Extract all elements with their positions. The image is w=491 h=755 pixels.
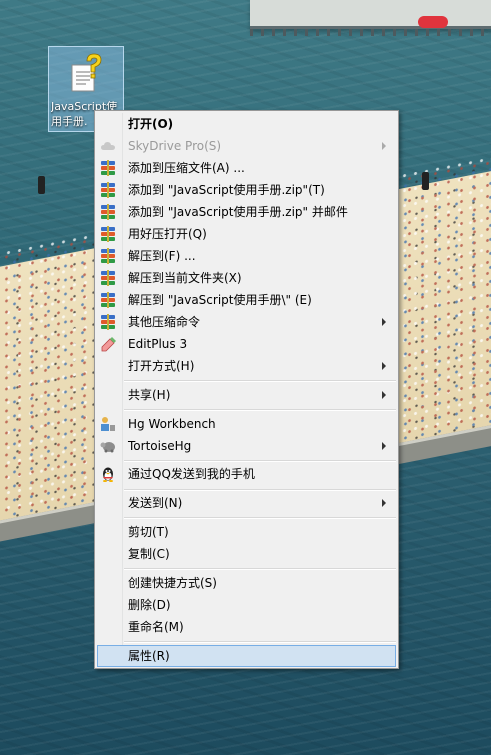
submenu-arrow-icon xyxy=(382,142,386,150)
menu-item-label: 打开(O) xyxy=(128,117,174,131)
menu-item-send-via-qq[interactable]: 通过QQ发送到我的手机 xyxy=(97,463,396,485)
winrar-icon xyxy=(100,248,116,264)
menu-item-create-shortcut[interactable]: 创建快捷方式(S) xyxy=(97,572,396,594)
menu-item-label: 解压到 "JavaScript使用手册\" (E) xyxy=(128,293,312,307)
menu-item-tortoisehg[interactable]: TortoiseHg xyxy=(97,435,396,457)
menu-item-label: EditPlus 3 xyxy=(128,337,188,351)
submenu-arrow-icon xyxy=(382,391,386,399)
menu-item-label: 添加到 "JavaScript使用手册.zip"(T) xyxy=(128,183,325,197)
menu-item-properties[interactable]: 属性(R) xyxy=(97,645,396,667)
context-menu: 打开(O) SkyDrive Pro(S) 添加到压缩文件(A) ... 添加到… xyxy=(94,110,399,669)
water-post xyxy=(422,172,429,190)
winrar-icon xyxy=(100,182,116,198)
menu-item-open[interactable]: 打开(O) xyxy=(97,113,396,135)
winrar-icon xyxy=(100,226,116,242)
winrar-icon xyxy=(100,292,116,308)
menu-item-add-to-zip[interactable]: 添加到 "JavaScript使用手册.zip"(T) xyxy=(97,179,396,201)
cloud-icon xyxy=(101,142,115,150)
winrar-icon xyxy=(100,314,116,330)
menu-item-rename[interactable]: 重命名(M) xyxy=(97,616,396,638)
qq-penguin-icon xyxy=(103,467,113,482)
winrar-icon xyxy=(100,204,116,220)
tortoisehg-icon xyxy=(100,442,115,453)
menu-item-extract-to[interactable]: 解压到(F) ... xyxy=(97,245,396,267)
editplus-icon xyxy=(101,337,116,352)
menu-item-label: 添加到 "JavaScript使用手册.zip" 并邮件 xyxy=(128,205,348,219)
menu-item-cut[interactable]: 剪切(T) xyxy=(97,521,396,543)
menu-item-label: 通过QQ发送到我的手机 xyxy=(128,467,255,481)
menu-item-editplus[interactable]: EditPlus 3 xyxy=(97,333,396,355)
menu-item-label: 重命名(M) xyxy=(128,620,184,634)
menu-item-label: 删除(D) xyxy=(128,598,171,612)
menu-item-add-to-zip-and-email[interactable]: 添加到 "JavaScript使用手册.zip" 并邮件 xyxy=(97,201,396,223)
menu-item-label: 其他压缩命令 xyxy=(128,315,201,329)
menu-separator xyxy=(124,517,396,519)
help-file-icon xyxy=(71,53,102,92)
submenu-arrow-icon xyxy=(382,318,386,326)
menu-item-extract-here[interactable]: 解压到当前文件夹(X) xyxy=(97,267,396,289)
submenu-arrow-icon xyxy=(382,442,386,450)
menu-item-label: 添加到压缩文件(A) ... xyxy=(128,161,245,175)
menu-item-send-to[interactable]: 发送到(N) xyxy=(97,492,396,514)
menu-item-label: 用好压打开(Q) xyxy=(128,227,207,241)
winrar-icon xyxy=(100,160,116,176)
menu-separator xyxy=(124,409,396,411)
menu-item-label: 解压到(F) ... xyxy=(128,249,196,263)
menu-item-skydrive-pro[interactable]: SkyDrive Pro(S) xyxy=(97,135,396,157)
menu-item-other-compress-commands[interactable]: 其他压缩命令 xyxy=(97,311,396,333)
menu-separator xyxy=(124,380,396,382)
water-post xyxy=(38,176,45,194)
menu-item-delete[interactable]: 删除(D) xyxy=(97,594,396,616)
menu-item-label: 复制(C) xyxy=(128,547,170,561)
menu-item-add-to-archive[interactable]: 添加到压缩文件(A) ... xyxy=(97,157,396,179)
menu-separator xyxy=(124,568,396,570)
menu-item-share[interactable]: 共享(H) xyxy=(97,384,396,406)
menu-separator xyxy=(124,460,396,462)
winrar-icon xyxy=(100,270,116,286)
menu-item-copy[interactable]: 复制(C) xyxy=(97,543,396,565)
boat xyxy=(418,16,448,28)
menu-item-open-with-haozip[interactable]: 用好压打开(Q) xyxy=(97,223,396,245)
menu-item-label: TortoiseHg xyxy=(128,439,192,453)
hg-workbench-icon xyxy=(101,417,115,431)
menu-item-open-with[interactable]: 打开方式(H) xyxy=(97,355,396,377)
menu-separator xyxy=(124,489,396,491)
submenu-arrow-icon xyxy=(382,499,386,507)
submenu-arrow-icon xyxy=(382,362,386,370)
menu-item-label: 属性(R) xyxy=(128,649,170,663)
menu-item-label: 打开方式(H) xyxy=(128,359,195,373)
pier xyxy=(250,0,491,36)
menu-separator xyxy=(124,641,396,643)
menu-item-label: SkyDrive Pro(S) xyxy=(128,139,222,153)
menu-item-label: 剪切(T) xyxy=(128,525,169,539)
menu-item-label: Hg Workbench xyxy=(128,417,216,431)
menu-item-label: 创建快捷方式(S) xyxy=(128,576,217,590)
menu-item-extract-to-folder[interactable]: 解压到 "JavaScript使用手册\" (E) xyxy=(97,289,396,311)
menu-item-label: 解压到当前文件夹(X) xyxy=(128,271,242,285)
menu-item-label: 共享(H) xyxy=(128,388,171,402)
menu-item-hg-workbench[interactable]: Hg Workbench xyxy=(97,413,396,435)
menu-item-label: 发送到(N) xyxy=(128,496,183,510)
